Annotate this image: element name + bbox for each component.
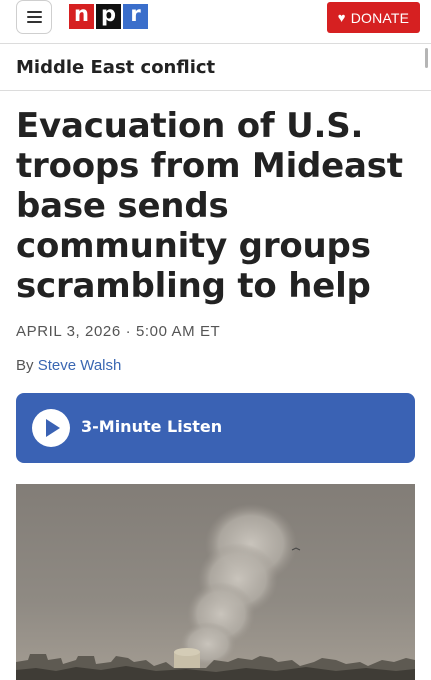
play-icon bbox=[32, 409, 70, 447]
top-navigation-bar: n p r ♥ DONATE bbox=[0, 0, 431, 44]
author-link[interactable]: Steve Walsh bbox=[38, 357, 122, 374]
byline: By Steve Walsh bbox=[16, 357, 121, 374]
audio-listen-button[interactable]: 3-Minute Listen bbox=[16, 393, 415, 463]
heart-icon: ♥ bbox=[337, 10, 346, 25]
donate-label: DONATE bbox=[350, 9, 410, 26]
section-bar: Middle East conflict bbox=[0, 45, 431, 91]
logo-letter-n: n bbox=[69, 4, 94, 29]
photo-scene bbox=[16, 484, 415, 680]
article-photo[interactable] bbox=[16, 484, 415, 680]
play-triangle bbox=[46, 419, 60, 437]
menu-line bbox=[26, 16, 42, 18]
npr-logo[interactable]: n p r bbox=[69, 4, 148, 29]
byline-prefix: By bbox=[16, 357, 34, 374]
article-date: APRIL 3, 2026 · 5:00 AM ET bbox=[16, 323, 221, 340]
donate-button[interactable]: ♥ DONATE bbox=[327, 2, 420, 33]
logo-letter-r: r bbox=[123, 4, 148, 29]
section-link[interactable]: Middle East conflict bbox=[16, 57, 215, 78]
menu-line bbox=[26, 11, 42, 13]
article-headline: Evacuation of U.S. troops from Mideast b… bbox=[16, 106, 403, 306]
listen-label: 3-Minute Listen bbox=[81, 417, 223, 436]
hamburger-menu-icon[interactable] bbox=[16, 0, 52, 34]
menu-line bbox=[26, 21, 42, 23]
logo-letter-p: p bbox=[96, 4, 121, 29]
